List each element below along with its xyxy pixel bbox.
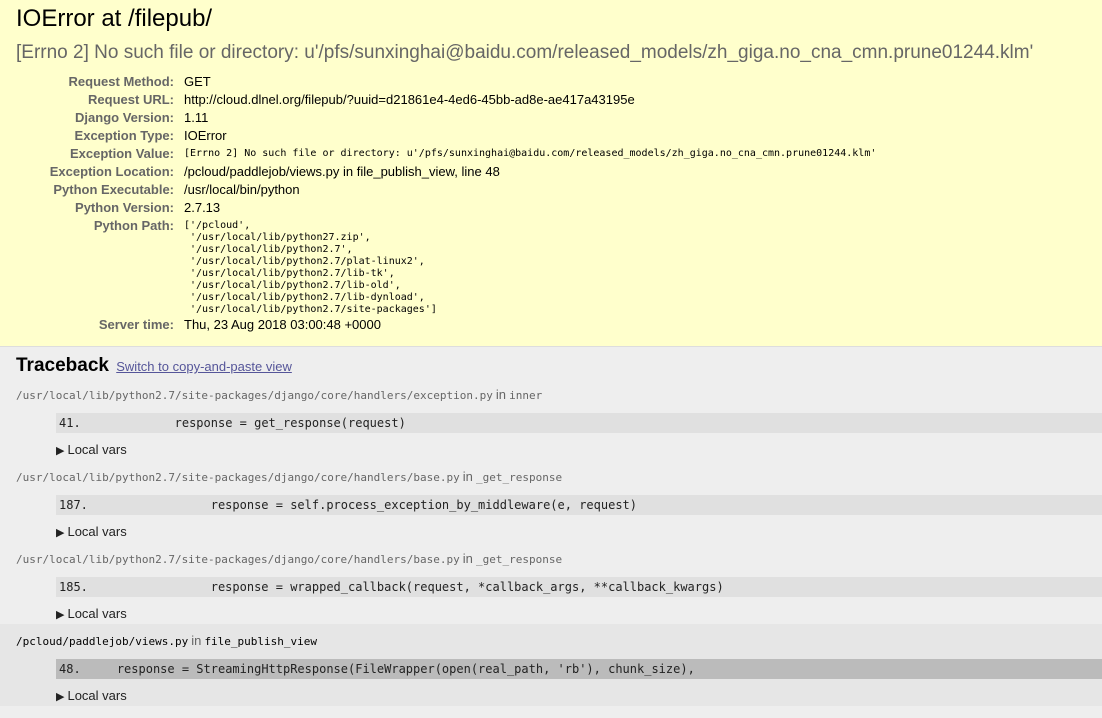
meta-label: Request Method:: [68, 74, 174, 89]
frame-location: /pcloud/paddlejob/views.py in file_publi…: [16, 624, 1102, 649]
meta-row-python-version: Python Version: 2.7.13: [16, 199, 876, 217]
triangle-right-icon: ▶: [56, 445, 65, 457]
context-line[interactable]: 185. response = wrapped_callback(request…: [56, 577, 1102, 597]
context-line[interactable]: 187. response = self.process_exception_b…: [56, 495, 1102, 515]
triangle-right-icon: ▶: [56, 527, 65, 539]
switch-to-copy-paste-link[interactable]: Switch to copy-and-paste view: [116, 359, 292, 374]
meta-label: Request URL:: [88, 92, 174, 107]
meta-value: http://cloud.dlnel.org/filepub/?uuid=d21…: [184, 92, 635, 107]
frame-file: /usr/local/lib/python2.7/site-packages/d…: [16, 389, 493, 402]
page-title: IOError at /filepub/: [16, 5, 213, 32]
frame-in-word: in: [462, 551, 473, 566]
traceback-frame: /usr/local/lib/python2.7/site-packages/d…: [16, 542, 1102, 624]
frame-location: /usr/local/lib/python2.7/site-packages/d…: [16, 460, 1102, 485]
meta-value: ['/pcloud', '/usr/local/lib/python27.zip…: [184, 217, 876, 316]
line-code: response = StreamingHttpResponse(FileWra…: [87, 662, 695, 676]
frame-in-word: in: [191, 633, 202, 648]
meta-value: GET: [184, 74, 211, 89]
traceback-frame-current: /pcloud/paddlejob/views.py in file_publi…: [0, 624, 1102, 706]
local-vars-toggle[interactable]: ▶ Local vars: [56, 523, 1102, 542]
meta-value: 1.11: [184, 110, 209, 125]
frame-in-word: in: [495, 387, 507, 402]
traceback-section: Traceback Switch to copy-and-paste view …: [0, 347, 1102, 706]
meta-row-python-path: Python Path: ['/pcloud', '/usr/local/lib/…: [16, 217, 876, 316]
frame-in-word: in: [462, 469, 473, 484]
frame-file: /usr/local/lib/python2.7/site-packages/d…: [16, 553, 460, 566]
frame-function: _get_response: [475, 471, 563, 484]
line-number: 187.: [59, 498, 88, 512]
line-code: response = get_response(request): [87, 416, 406, 430]
meta-value: [Errno 2] No such file or directory: u'/…: [184, 148, 877, 159]
line-code: response = wrapped_callback(request, *ca…: [95, 580, 724, 594]
meta-label: Python Path:: [93, 218, 174, 233]
meta-value: Thu, 23 Aug 2018 03:00:48 +0000: [184, 317, 381, 332]
meta-row-exception-type: Exception Type: IOError: [16, 127, 876, 145]
line-code: response = self.process_exception_by_mid…: [95, 498, 637, 512]
line-number: 41.: [59, 416, 81, 430]
request-meta-table: Request Method: GET Request URL: http://cl…: [16, 73, 877, 334]
traceback-frame: /usr/local/lib/python2.7/site-packages/d…: [16, 378, 1102, 460]
local-vars-toggle[interactable]: ▶ Local vars: [56, 441, 1102, 460]
line-number: 185.: [59, 580, 88, 594]
triangle-right-icon: ▶: [56, 609, 65, 621]
local-vars-label: Local vars: [67, 524, 127, 539]
frame-file: /pcloud/paddlejob/views.py: [16, 635, 189, 648]
meta-row-exception-location: Exception Location: /pcloud/paddlejob/vie…: [16, 163, 876, 181]
meta-value: IOError: [184, 128, 227, 143]
meta-value: /usr/local/bin/python: [184, 182, 300, 197]
meta-label: Django Version:: [75, 110, 174, 125]
meta-value: /pcloud/paddlejob/views.py in file_publi…: [184, 164, 500, 179]
meta-label: Exception Value:: [69, 146, 174, 161]
frame-file: /usr/local/lib/python2.7/site-packages/d…: [16, 471, 460, 484]
traceback-heading: Traceback Switch to copy-and-paste view: [16, 347, 1102, 378]
exception-message: [Errno 2] No such file or directory: u'/…: [16, 42, 1034, 63]
local-vars-toggle[interactable]: ▶ Local vars: [56, 687, 1102, 706]
meta-label: Python Version:: [75, 200, 174, 215]
meta-row-server-time: Server time: Thu, 23 Aug 2018 03:00:48 +0…: [16, 316, 876, 334]
frame-location: /usr/local/lib/python2.7/site-packages/d…: [16, 542, 1102, 567]
frame-location: /usr/local/lib/python2.7/site-packages/d…: [16, 378, 1102, 403]
line-number: 48.: [59, 662, 81, 676]
meta-row-python-executable: Python Executable: /usr/local/bin/python: [16, 181, 876, 199]
meta-label: Python Executable:: [53, 182, 174, 197]
local-vars-toggle[interactable]: ▶ Local vars: [56, 605, 1102, 624]
meta-row-exception-value: Exception Value: [Errno 2] No such file o…: [16, 145, 876, 163]
context-line-highlighted[interactable]: 48. response = StreamingHttpResponse(Fil…: [56, 659, 1102, 679]
context-line[interactable]: 41. response = get_response(request): [56, 413, 1102, 433]
meta-row-request-method: Request Method: GET: [16, 73, 876, 91]
meta-value: 2.7.13: [184, 200, 221, 215]
meta-label: Exception Location:: [49, 164, 174, 179]
python-path-list: ['/pcloud', '/usr/local/lib/python27.zip…: [184, 220, 437, 315]
traceback-title: Traceback: [16, 355, 109, 376]
local-vars-label: Local vars: [67, 688, 127, 703]
local-vars-label: Local vars: [67, 606, 127, 621]
frame-function: file_publish_view: [204, 635, 318, 648]
meta-label: Server time:: [98, 317, 174, 332]
meta-row-django-version: Django Version: 1.11: [16, 109, 876, 127]
local-vars-label: Local vars: [67, 442, 127, 457]
frame-function: _get_response: [475, 553, 563, 566]
meta-label: Exception Type:: [74, 128, 174, 143]
triangle-right-icon: ▶: [56, 691, 65, 703]
meta-row-request-url: Request URL: http://cloud.dlnel.org/filep…: [16, 91, 876, 109]
traceback-frame: /usr/local/lib/python2.7/site-packages/d…: [16, 460, 1102, 542]
frame-function: inner: [509, 389, 543, 402]
error-summary: IOError at /filepub/ [Errno 2] No such f…: [0, 0, 1102, 347]
